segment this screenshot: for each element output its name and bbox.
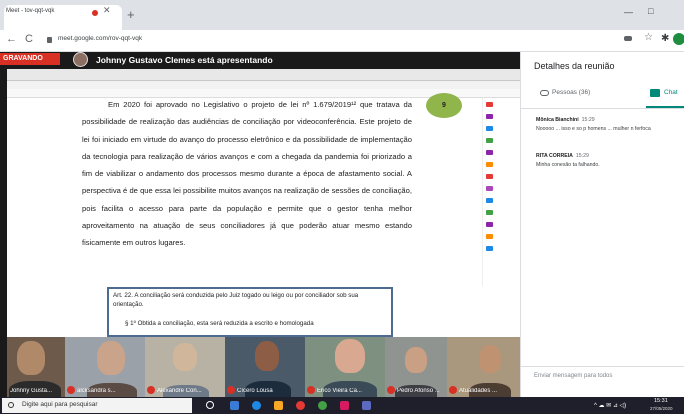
sidebar-tool-icon: [486, 186, 493, 191]
shared-window-titlebar: [7, 69, 520, 81]
sidebar-tool-icon: [486, 162, 493, 167]
sidebar-tool-icon: [486, 150, 493, 155]
participant-tile[interactable]: Pedro Afonso ...: [385, 337, 447, 397]
sidebar-tool-icon: [486, 234, 493, 239]
document-paragraph: Em 2020 foi aprovado no Legislativo o pr…: [82, 100, 412, 248]
system-tray[interactable]: ^ ☁ ✉ ⊿ ◁): [594, 402, 626, 409]
bookmark-star-icon[interactable]: ☆: [644, 32, 653, 43]
participant-tile[interactable]: Johnny Gusta...: [7, 337, 65, 397]
new-tab-button[interactable]: +: [127, 7, 135, 22]
presenting-banner: Johnny Gustavo Clemes está apresentando: [96, 55, 273, 65]
address-bar[interactable]: meet.google.com/rov-qqt-vqk: [58, 35, 142, 42]
recording-badge: GRAVANDO: [0, 53, 60, 65]
chat-message-text: Nooooo ... isso e so p homens ... mulher…: [536, 126, 651, 132]
shared-window-tabs: [7, 81, 520, 89]
participant-face: [405, 347, 427, 373]
sidebar-tool-icon: [486, 174, 493, 179]
participant-tile[interactable]: Alexandre Con...: [145, 337, 225, 397]
sidebar-tool-icon: [486, 198, 493, 203]
edge-icon[interactable]: [252, 401, 261, 410]
chat-message-text: Minha conexão ta falhando.: [536, 162, 600, 168]
app-icon[interactable]: [340, 401, 349, 410]
app-icon[interactable]: [318, 401, 327, 410]
tab-chat[interactable]: Chat: [664, 89, 678, 96]
chat-message-time: 15:29: [581, 117, 595, 123]
profile-avatar[interactable]: [673, 33, 684, 45]
tab-title: Meet - tov-qqt-vqk: [6, 8, 55, 14]
meeting-details-panel: [520, 52, 684, 397]
participant-tile[interactable]: alcksandra s...: [65, 337, 145, 397]
calendar-app-icon[interactable]: [230, 401, 239, 410]
app-icon[interactable]: [362, 401, 371, 410]
divider: [521, 108, 684, 109]
file-explorer-icon[interactable]: [274, 401, 283, 410]
participant-face: [173, 343, 197, 371]
reload-button[interactable]: C: [25, 33, 33, 45]
law-article-text: Art. 22. A conciliação será conduzida pe…: [113, 292, 359, 308]
chat-message-sender: Mônica Bianchini 15:29: [536, 117, 595, 123]
participant-tile[interactable]: Atualidades ...: [447, 337, 520, 397]
panel-title: Detalhes da reunião: [534, 61, 615, 71]
participant-name: Pedro Afonso ...: [397, 388, 440, 394]
participant-name: Alexandre Con...: [157, 388, 202, 394]
chat-message-sender: RITA CORREIA 15:29: [536, 153, 589, 159]
shared-window-sidebar: [482, 98, 496, 286]
close-tab-icon[interactable]: ✕: [103, 5, 111, 16]
participant-face: [335, 339, 365, 373]
sidebar-tool-icon: [486, 222, 493, 227]
task-view-icon[interactable]: [206, 401, 214, 409]
participant-name: Cícero Lousa: [237, 388, 273, 394]
sidebar-tool-icon: [486, 102, 493, 107]
page-number-badge: 9: [426, 93, 462, 118]
people-icon[interactable]: [540, 90, 549, 96]
sidebar-tool-icon: [486, 246, 493, 251]
key-icon[interactable]: [624, 36, 632, 41]
recording-dot-icon: [92, 10, 98, 16]
participant-face: [97, 341, 125, 375]
extensions-icon[interactable]: ✱: [661, 33, 669, 44]
participant-face: [255, 341, 279, 371]
window-maximize-button[interactable]: □: [648, 6, 653, 16]
participant-name: Atualidades ...: [459, 388, 498, 394]
participant-name: Johnny Gusta...: [10, 388, 53, 394]
participant-name: alcksandra s...: [77, 388, 116, 394]
back-button[interactable]: ←: [6, 33, 17, 45]
sidebar-tool-icon: [486, 138, 493, 143]
clock-time[interactable]: 15:31: [654, 398, 668, 404]
participant-tile[interactable]: Erico Vieira Ca...: [305, 337, 385, 397]
chat-icon[interactable]: [650, 89, 660, 97]
lock-icon[interactable]: [47, 37, 52, 43]
participant-face: [17, 341, 45, 375]
taskbar-search-input[interactable]: Digite aqui para pesquisar: [22, 401, 98, 408]
law-paragraph-text: § 1º Obtida a conciliação, esta será red…: [125, 320, 314, 327]
clock-date[interactable]: 27/05/2020: [650, 406, 673, 411]
participant-name: Erico Vieira Ca...: [317, 388, 362, 394]
divider: [521, 366, 684, 367]
participant-tile[interactable]: Cícero Lousa: [225, 337, 305, 397]
presenter-avatar: [73, 52, 88, 67]
participant-face: [479, 345, 501, 373]
tab-people[interactable]: Pessoas (36): [552, 89, 590, 96]
sidebar-tool-icon: [486, 114, 493, 119]
window-minimize-button[interactable]: —: [624, 7, 633, 17]
sidebar-tool-icon: [486, 210, 493, 215]
chat-input[interactable]: Enviar mensagem para todos: [534, 373, 612, 379]
chat-message-time: 15:29: [575, 153, 589, 159]
search-icon: [8, 402, 14, 408]
sidebar-tool-icon: [486, 126, 493, 131]
chrome-icon[interactable]: [296, 401, 305, 410]
